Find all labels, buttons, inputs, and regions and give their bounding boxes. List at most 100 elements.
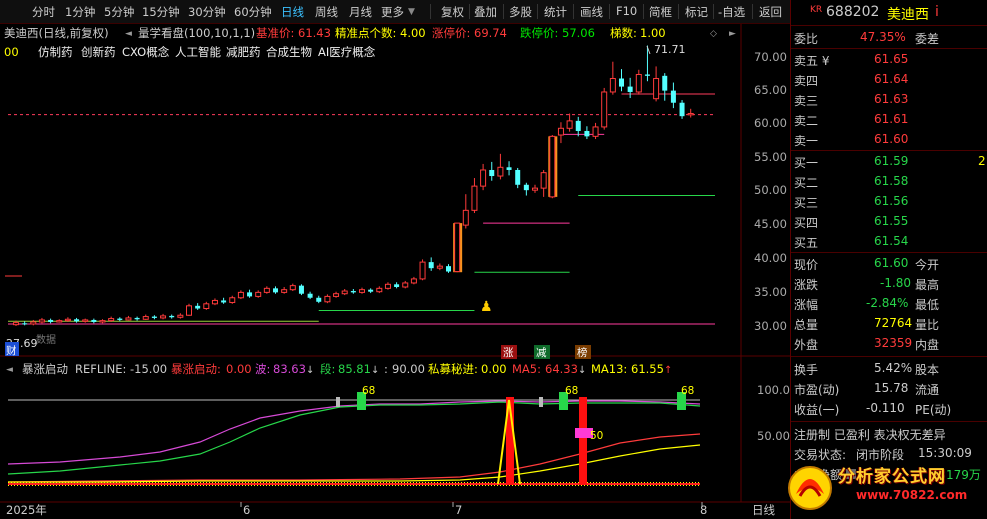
tab-weekly[interactable]: 周线 (315, 4, 338, 20)
kline-chart[interactable]: 美迪西(日线,前复权) ◄ ◇ ► 量学看盘(100,10,1,1) 基准价: … (0, 24, 790, 519)
candle-body (298, 285, 304, 294)
tab-15min[interactable]: 15分钟 (142, 4, 180, 20)
candle-body (82, 319, 89, 322)
arrow-right-icon[interactable]: ► (729, 29, 736, 39)
marker-limit-up-label: 涨 (503, 347, 514, 359)
tab-fenshi[interactable]: 分时 (32, 4, 55, 20)
price-tick: 35.00 (754, 285, 787, 299)
metric-label-precise: 精准点个数: (335, 26, 396, 40)
market-badge: KR (810, 5, 823, 15)
quote-header: KR 688202 美迪西 i (794, 2, 984, 23)
sub-value-surge: 0.00 (226, 362, 252, 376)
bid-label: 买一 (794, 156, 819, 170)
mark-button[interactable]: 标记 (685, 4, 708, 20)
candle-body (74, 319, 80, 322)
concept-tag[interactable]: 合成生物 (266, 45, 312, 59)
candle-body (557, 127, 564, 136)
bid-price[interactable]: 61.54 (874, 234, 908, 248)
ask-price[interactable]: 61.61 (874, 112, 908, 126)
axis-mode-label[interactable]: 日线 (752, 503, 775, 517)
candle-body (177, 314, 184, 318)
more-caret-icon[interactable]: ▼ (408, 7, 415, 17)
concept-tag[interactable]: CXO概念 (122, 45, 170, 59)
candle-body (506, 167, 512, 170)
concept-tag[interactable]: 人工智能 (175, 45, 221, 59)
candle-body (471, 185, 478, 211)
sub-value-90: 90.00 (392, 362, 425, 376)
diamond-icon[interactable]: ◇ (710, 29, 717, 39)
stat-row: 涨幅 -2.84% 最低 (794, 294, 984, 314)
stat-row: 外盘 32359 内盘 (794, 334, 984, 354)
indicator-name[interactable]: 量学看盘(100,10,1,1) (138, 26, 255, 40)
quote-panel: KR 688202 美迪西 i 委比 47.35% 委差 卖五 ¥ 61.65 … (790, 0, 987, 519)
candle-body (307, 293, 313, 298)
sub-collapse-icon[interactable]: ◄ (6, 365, 13, 375)
simple-frame-button[interactable]: 简框 (649, 4, 672, 20)
ask-row: 卖一 61.60 (794, 130, 984, 150)
bid-price[interactable]: 61.55 (874, 214, 908, 228)
back-button[interactable]: 返回 (759, 4, 782, 20)
candle-body (670, 90, 676, 103)
tab-daily[interactable]: 日线 (281, 4, 304, 20)
tab-5min[interactable]: 5分钟 (104, 4, 134, 20)
candle-body (289, 285, 296, 291)
watermark-url: www.70822.com (856, 488, 968, 502)
overlay-button[interactable]: 叠加 (474, 4, 497, 20)
candle-body (480, 169, 487, 187)
arrow-left-icon[interactable]: ◄ (125, 29, 132, 39)
tab-1min[interactable]: 1分钟 (65, 4, 95, 20)
candle-body (566, 120, 573, 129)
tab-monthly[interactable]: 月线 (349, 4, 372, 20)
fuquan-button[interactable]: 复权 (441, 4, 464, 20)
ask-price[interactable]: 61.60 (874, 132, 908, 146)
ask-label: 卖二 (794, 114, 819, 128)
candle-body (263, 287, 270, 293)
no-data-label: 数据 (36, 333, 56, 346)
tab-60min[interactable]: 60分钟 (234, 4, 272, 20)
candle-body (609, 78, 616, 93)
info-icon[interactable]: i (935, 4, 939, 20)
stats-button[interactable]: 统计 (544, 4, 567, 20)
concept-tag[interactable]: 创新药 (81, 45, 116, 59)
surge-bar (579, 397, 587, 485)
f10-button[interactable]: F10 (616, 4, 637, 18)
pe-value: 15.78 (874, 381, 909, 395)
tab-more[interactable]: 更多 (381, 4, 404, 20)
concept-tag[interactable]: AI医疗概念 (318, 45, 376, 59)
concept-tag[interactable]: 仿制药 (38, 45, 73, 59)
ask-price[interactable]: 61.64 (874, 72, 908, 86)
remove-watchlist-button[interactable]: -自选 (718, 4, 745, 20)
candle-body (549, 135, 556, 198)
diff-label: 委差 (915, 32, 940, 46)
ask-price[interactable]: 61.65 (874, 52, 908, 66)
bid-price[interactable]: 61.59 (874, 154, 908, 168)
stat2-label: 股本 (915, 363, 940, 377)
candle-body (540, 172, 547, 189)
stat-label: 内盘 (915, 338, 940, 352)
price-tick: 65.00 (754, 83, 787, 97)
concept-tag[interactable]: 减肥药 (226, 45, 261, 59)
ask-price[interactable]: 61.63 (874, 92, 908, 106)
metric-value-limit-down: 57.06 (562, 26, 595, 40)
person-icon: ♟ (480, 299, 493, 315)
draw-line-button[interactable]: 画线 (580, 4, 603, 20)
multi-stock-button[interactable]: 多股 (509, 4, 532, 20)
bid-price[interactable]: 61.56 (874, 194, 908, 208)
divider (791, 421, 987, 422)
candle-body (644, 74, 650, 76)
sub-indicator-name[interactable]: 暴涨启动 (22, 362, 68, 376)
candle-body (56, 320, 63, 323)
tab-30min[interactable]: 30分钟 (188, 4, 226, 20)
date-tick: 7 (455, 503, 462, 517)
turnover-value: 5.42% (874, 361, 913, 375)
candle-body (229, 297, 236, 303)
gray-tick (336, 397, 340, 407)
stat-label: 最高 (915, 278, 940, 292)
toolbar-divider (678, 4, 679, 19)
candle-body (211, 299, 218, 305)
bid-price[interactable]: 61.58 (874, 174, 908, 188)
toolbar-divider (713, 4, 714, 19)
metric-value-precise: 4.00 (400, 26, 426, 40)
sub-label-surge: 暴涨启动: (171, 362, 221, 376)
candle-body (108, 318, 115, 322)
